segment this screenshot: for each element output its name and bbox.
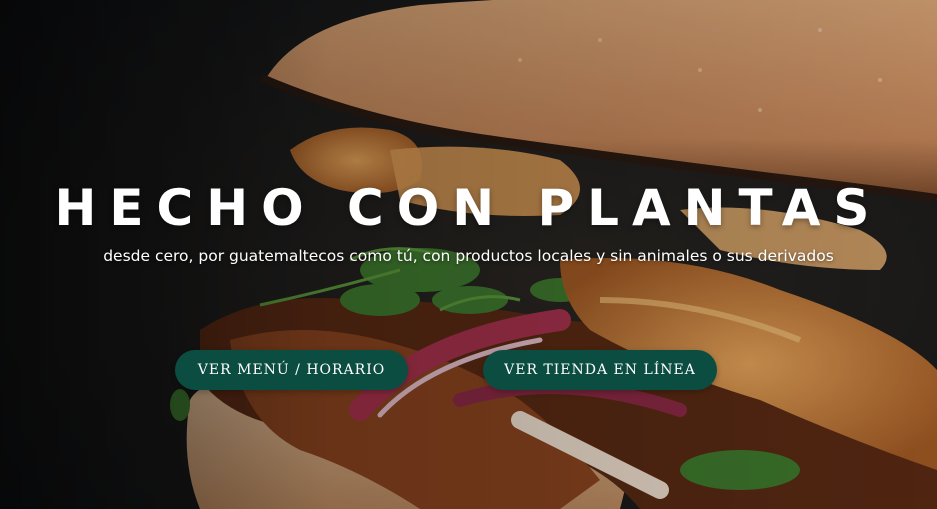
hero-section: HECHO CON PLANTAS desde cero, por guatem…	[0, 0, 937, 509]
view-online-store-button[interactable]: VER TIENDA EN LÍNEA	[483, 350, 717, 390]
view-menu-button[interactable]: VER MENÚ / HORARIO	[175, 350, 408, 390]
hero-title: HECHO CON PLANTAS	[54, 179, 883, 237]
hero-subtitle: desde cero, por guatemaltecos como tú, c…	[103, 247, 834, 265]
